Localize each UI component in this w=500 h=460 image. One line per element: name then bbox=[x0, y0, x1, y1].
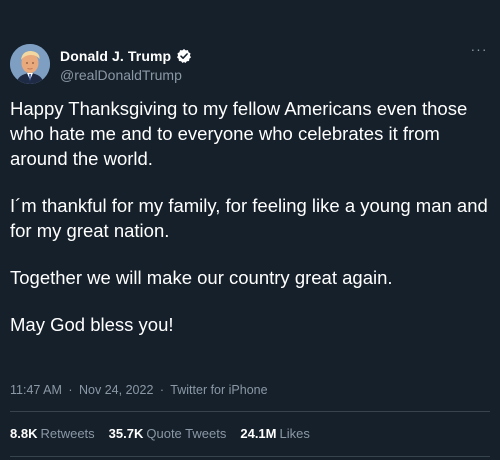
tweet-paragraph: May God bless you! bbox=[10, 314, 174, 335]
author-display-name[interactable]: Donald J. Trump bbox=[60, 48, 171, 64]
author-name-row[interactable]: Donald J. Trump bbox=[60, 47, 192, 65]
quote-tweets-stat[interactable]: 35.7K Quote Tweets bbox=[109, 426, 227, 441]
tweet-source[interactable]: Twitter for iPhone bbox=[170, 383, 267, 397]
likes-count: 24.1M bbox=[240, 426, 277, 441]
tweet-stats: 8.8K Retweets 35.7K Quote Tweets 24.1M Like… bbox=[10, 426, 310, 441]
tweet-paragraph: Happy Thanksgiving to my fellow American… bbox=[10, 98, 468, 169]
divider bbox=[10, 411, 490, 412]
tweet-paragraph: Together we will make our country great … bbox=[10, 267, 393, 288]
author-handle[interactable]: @realDonaldTrump bbox=[60, 67, 182, 83]
divider bbox=[10, 456, 490, 457]
quote-tweets-label: Quote Tweets bbox=[146, 426, 227, 441]
more-options-icon[interactable]: ··· bbox=[468, 42, 490, 58]
quote-tweets-count: 35.7K bbox=[108, 426, 144, 441]
tweet-card: Donald J. Trump @realDonaldTrump ··· Hap… bbox=[0, 0, 500, 460]
meta-separator: · bbox=[68, 383, 73, 397]
verified-badge-icon bbox=[176, 48, 192, 64]
tweet-text: Happy Thanksgiving to my fellow American… bbox=[10, 96, 490, 359]
tweet-time[interactable]: 11:47 AM bbox=[10, 383, 62, 397]
tweet-date[interactable]: Nov 24, 2022 bbox=[79, 383, 153, 397]
avatar[interactable] bbox=[10, 44, 50, 84]
retweets-label: Retweets bbox=[40, 426, 95, 441]
tweet-meta: 11:47 AM · Nov 24, 2022 · Twitter for iP… bbox=[10, 383, 268, 397]
retweets-count: 8.8K bbox=[10, 426, 38, 441]
avatar-image bbox=[10, 44, 50, 84]
retweets-stat[interactable]: 8.8K Retweets bbox=[10, 426, 95, 441]
tweet-paragraph: I´m thankful for my family, for feeling … bbox=[10, 195, 488, 241]
meta-separator: · bbox=[159, 383, 165, 397]
likes-stat[interactable]: 24.1M Likes bbox=[240, 426, 310, 441]
likes-label: Likes bbox=[279, 426, 310, 441]
